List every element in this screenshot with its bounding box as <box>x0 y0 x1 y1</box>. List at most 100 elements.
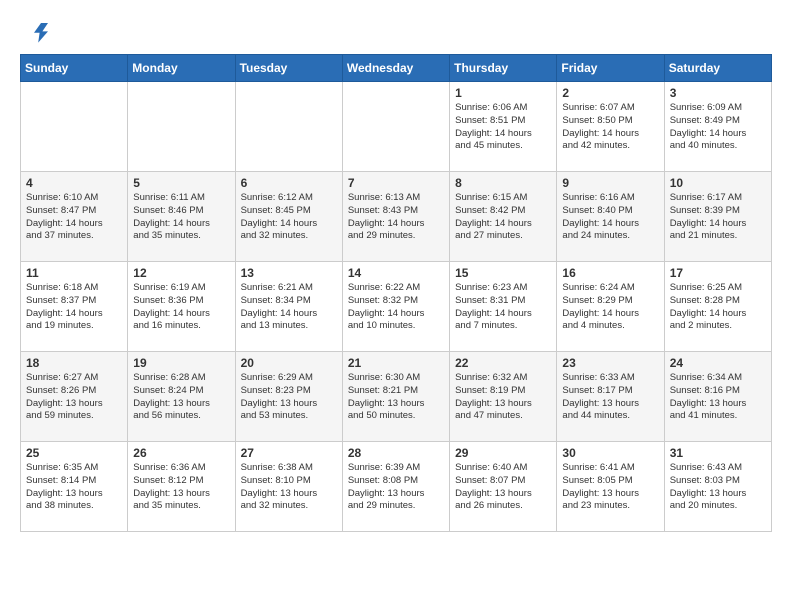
calendar-cell: 19 Sunrise: 6:28 AM Sunset: 8:24 PM Dayli… <box>128 352 235 442</box>
calendar-cell: 5 Sunrise: 6:11 AM Sunset: 8:46 PM Daylig… <box>128 172 235 262</box>
calendar-cell: 28 Sunrise: 6:39 AM Sunset: 8:08 PM Dayli… <box>342 442 449 532</box>
calendar-cell: 1Sunrise: 6:06 AM Sunset: 8:51 PM Daylig… <box>450 82 557 172</box>
day-info: Sunrise: 6:38 AM Sunset: 8:10 PM Dayligh… <box>241 462 337 513</box>
day-info: Sunrise: 6:12 AM Sunset: 8:45 PM Dayligh… <box>241 192 337 243</box>
weekday-header-sunday: Sunday <box>21 55 128 82</box>
calendar-cell: 27 Sunrise: 6:38 AM Sunset: 8:10 PM Dayli… <box>235 442 342 532</box>
calendar-cell: 21 Sunrise: 6:30 AM Sunset: 8:21 PM Dayli… <box>342 352 449 442</box>
calendar-cell: 2 Sunrise: 6:07 AM Sunset: 8:50 PM Daylig… <box>557 82 664 172</box>
day-info: Sunrise: 6:43 AM Sunset: 8:03 PM Dayligh… <box>670 462 766 513</box>
day-info: Sunrise: 6:15 AM Sunset: 8:42 PM Dayligh… <box>455 192 551 243</box>
day-info: Sunrise: 6:32 AM Sunset: 8:19 PM Dayligh… <box>455 372 551 423</box>
day-info: Sunrise: 6:36 AM Sunset: 8:12 PM Dayligh… <box>133 462 229 513</box>
calendar-cell: 15 Sunrise: 6:23 AM Sunset: 8:31 PM Dayli… <box>450 262 557 352</box>
day-info: Sunrise: 6:41 AM Sunset: 8:05 PM Dayligh… <box>562 462 658 513</box>
calendar-cell: 6 Sunrise: 6:12 AM Sunset: 8:45 PM Daylig… <box>235 172 342 262</box>
header <box>20 16 772 44</box>
day-number: 18 <box>26 356 122 370</box>
calendar-cell <box>342 82 449 172</box>
day-number: 8 <box>455 176 551 190</box>
calendar-header-row: SundayMondayTuesdayWednesdayThursdayFrid… <box>21 55 772 82</box>
day-number: 9 <box>562 176 658 190</box>
day-number: 20 <box>241 356 337 370</box>
day-info: Sunrise: 6:16 AM Sunset: 8:40 PM Dayligh… <box>562 192 658 243</box>
calendar-cell <box>21 82 128 172</box>
calendar-week-row: 4 Sunrise: 6:10 AM Sunset: 8:47 PM Daylig… <box>21 172 772 262</box>
day-number: 7 <box>348 176 444 190</box>
day-info: Sunrise: 6:34 AM Sunset: 8:16 PM Dayligh… <box>670 372 766 423</box>
calendar-cell: 17 Sunrise: 6:25 AM Sunset: 8:28 PM Dayli… <box>664 262 771 352</box>
calendar-week-row: 1Sunrise: 6:06 AM Sunset: 8:51 PM Daylig… <box>21 82 772 172</box>
weekday-header-friday: Friday <box>557 55 664 82</box>
day-number: 24 <box>670 356 766 370</box>
day-info: Sunrise: 6:09 AM Sunset: 8:49 PM Dayligh… <box>670 102 766 153</box>
day-info: Sunrise: 6:39 AM Sunset: 8:08 PM Dayligh… <box>348 462 444 513</box>
day-info: Sunrise: 6:27 AM Sunset: 8:26 PM Dayligh… <box>26 372 122 423</box>
day-info: Sunrise: 6:11 AM Sunset: 8:46 PM Dayligh… <box>133 192 229 243</box>
day-number: 16 <box>562 266 658 280</box>
day-info: Sunrise: 6:28 AM Sunset: 8:24 PM Dayligh… <box>133 372 229 423</box>
day-number: 25 <box>26 446 122 460</box>
weekday-header-thursday: Thursday <box>450 55 557 82</box>
day-number: 3 <box>670 86 766 100</box>
calendar-cell: 9 Sunrise: 6:16 AM Sunset: 8:40 PM Daylig… <box>557 172 664 262</box>
logo <box>20 16 52 44</box>
calendar-cell: 29Sunrise: 6:40 AM Sunset: 8:07 PM Dayli… <box>450 442 557 532</box>
calendar-week-row: 25 Sunrise: 6:35 AM Sunset: 8:14 PM Dayli… <box>21 442 772 532</box>
day-info: Sunrise: 6:29 AM Sunset: 8:23 PM Dayligh… <box>241 372 337 423</box>
day-info: Sunrise: 6:30 AM Sunset: 8:21 PM Dayligh… <box>348 372 444 423</box>
calendar-cell: 16 Sunrise: 6:24 AM Sunset: 8:29 PM Dayli… <box>557 262 664 352</box>
day-number: 17 <box>670 266 766 280</box>
day-info: Sunrise: 6:17 AM Sunset: 8:39 PM Dayligh… <box>670 192 766 243</box>
day-info: Sunrise: 6:18 AM Sunset: 8:37 PM Dayligh… <box>26 282 122 333</box>
calendar-cell: 13 Sunrise: 6:21 AM Sunset: 8:34 PM Dayli… <box>235 262 342 352</box>
day-info: Sunrise: 6:23 AM Sunset: 8:31 PM Dayligh… <box>455 282 551 333</box>
day-number: 22 <box>455 356 551 370</box>
day-number: 19 <box>133 356 229 370</box>
calendar-cell: 31 Sunrise: 6:43 AM Sunset: 8:03 PM Dayli… <box>664 442 771 532</box>
day-info: Sunrise: 6:35 AM Sunset: 8:14 PM Dayligh… <box>26 462 122 513</box>
day-info: Sunrise: 6:21 AM Sunset: 8:34 PM Dayligh… <box>241 282 337 333</box>
day-info: Sunrise: 6:10 AM Sunset: 8:47 PM Dayligh… <box>26 192 122 243</box>
calendar-cell: 26 Sunrise: 6:36 AM Sunset: 8:12 PM Dayli… <box>128 442 235 532</box>
day-number: 23 <box>562 356 658 370</box>
day-number: 27 <box>241 446 337 460</box>
calendar-cell: 11 Sunrise: 6:18 AM Sunset: 8:37 PM Dayli… <box>21 262 128 352</box>
weekday-header-tuesday: Tuesday <box>235 55 342 82</box>
calendar-cell: 10 Sunrise: 6:17 AM Sunset: 8:39 PM Dayli… <box>664 172 771 262</box>
day-info: Sunrise: 6:22 AM Sunset: 8:32 PM Dayligh… <box>348 282 444 333</box>
day-number: 28 <box>348 446 444 460</box>
calendar-cell: 7 Sunrise: 6:13 AM Sunset: 8:43 PM Daylig… <box>342 172 449 262</box>
day-number: 6 <box>241 176 337 190</box>
day-info: Sunrise: 6:25 AM Sunset: 8:28 PM Dayligh… <box>670 282 766 333</box>
calendar-cell <box>235 82 342 172</box>
day-number: 15 <box>455 266 551 280</box>
day-number: 5 <box>133 176 229 190</box>
day-number: 10 <box>670 176 766 190</box>
calendar-cell: 3 Sunrise: 6:09 AM Sunset: 8:49 PM Daylig… <box>664 82 771 172</box>
day-number: 26 <box>133 446 229 460</box>
day-info: Sunrise: 6:40 AM Sunset: 8:07 PM Dayligh… <box>455 462 551 513</box>
calendar-cell: 8 Sunrise: 6:15 AM Sunset: 8:42 PM Daylig… <box>450 172 557 262</box>
calendar-cell: 25 Sunrise: 6:35 AM Sunset: 8:14 PM Dayli… <box>21 442 128 532</box>
day-number: 11 <box>26 266 122 280</box>
calendar-cell: 23Sunrise: 6:33 AM Sunset: 8:17 PM Dayli… <box>557 352 664 442</box>
day-info: Sunrise: 6:24 AM Sunset: 8:29 PM Dayligh… <box>562 282 658 333</box>
day-number: 2 <box>562 86 658 100</box>
day-info: Sunrise: 6:13 AM Sunset: 8:43 PM Dayligh… <box>348 192 444 243</box>
day-number: 30 <box>562 446 658 460</box>
calendar-cell: 30 Sunrise: 6:41 AM Sunset: 8:05 PM Dayli… <box>557 442 664 532</box>
day-number: 12 <box>133 266 229 280</box>
day-number: 1 <box>455 86 551 100</box>
day-number: 31 <box>670 446 766 460</box>
day-number: 4 <box>26 176 122 190</box>
weekday-header-saturday: Saturday <box>664 55 771 82</box>
calendar-week-row: 11 Sunrise: 6:18 AM Sunset: 8:37 PM Dayli… <box>21 262 772 352</box>
calendar-cell: 24 Sunrise: 6:34 AM Sunset: 8:16 PM Dayli… <box>664 352 771 442</box>
day-number: 21 <box>348 356 444 370</box>
weekday-header-monday: Monday <box>128 55 235 82</box>
calendar-week-row: 18 Sunrise: 6:27 AM Sunset: 8:26 PM Dayli… <box>21 352 772 442</box>
weekday-header-wednesday: Wednesday <box>342 55 449 82</box>
day-number: 13 <box>241 266 337 280</box>
day-info: Sunrise: 6:07 AM Sunset: 8:50 PM Dayligh… <box>562 102 658 153</box>
